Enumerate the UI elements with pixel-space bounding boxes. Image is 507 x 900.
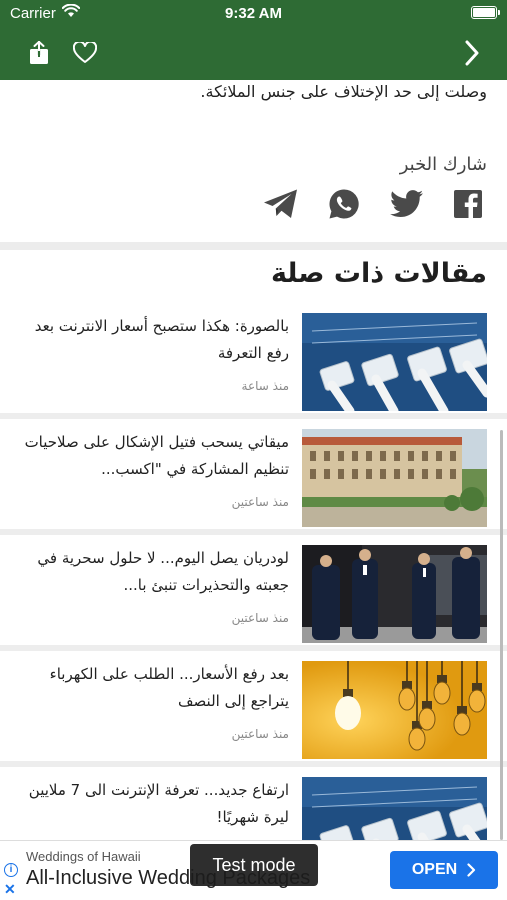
article-title[interactable]: ارتفاع جديد... تعرفة الإنترنت الى 7 ملاي…: [10, 777, 289, 830]
article-time: منذ ساعتين: [231, 611, 289, 625]
heart-icon: [73, 42, 97, 63]
telegram-icon: [264, 189, 297, 218]
battery-icon: [471, 6, 500, 19]
section-divider: [0, 242, 507, 250]
status-bar: Carrier 9:32 AM: [0, 0, 507, 28]
share-button[interactable]: [22, 36, 56, 70]
article-time: منذ ساعة: [241, 379, 289, 393]
related-articles-title: مقالات ذات صلة: [270, 258, 487, 289]
ad-open-label: OPEN: [411, 861, 458, 878]
status-time: 9:32 AM: [225, 5, 282, 22]
whatsapp-icon: [329, 189, 359, 219]
app-header: Carrier 9:32 AM: [0, 0, 507, 80]
next-article-button[interactable]: [455, 36, 489, 70]
related-article-item[interactable]: لودريان يصل اليوم... لا حلول سحرية في جع…: [0, 535, 507, 651]
share-whatsapp-button[interactable]: [326, 186, 362, 222]
article-thumbnail: [302, 313, 487, 411]
share-facebook-button[interactable]: [450, 186, 486, 222]
article-thumbnail: [302, 545, 487, 643]
article-title[interactable]: بعد رفع الأسعار... الطلب على الكهرباء يت…: [10, 661, 289, 714]
chevron-right-icon: [467, 863, 476, 877]
twitter-icon: [390, 190, 423, 217]
share-twitter-button[interactable]: [389, 186, 425, 222]
article-thumbnail: [302, 429, 487, 527]
ad-close-icon[interactable]: ✕: [4, 881, 16, 898]
ad-open-button[interactable]: OPEN: [390, 851, 498, 889]
share-telegram-button[interactable]: [263, 186, 299, 222]
ad-info-icon[interactable]: i: [4, 863, 18, 877]
chevron-right-icon: [465, 40, 479, 66]
article-thumbnail: [302, 661, 487, 759]
related-article-item[interactable]: بالصورة: هكذا ستصبح أسعار الانترنت بعد ر…: [0, 303, 507, 419]
related-article-item[interactable]: بعد رفع الأسعار... الطلب على الكهرباء يت…: [0, 651, 507, 767]
share-icon: [30, 41, 48, 64]
article-time: منذ ساعتين: [231, 495, 289, 509]
article-title[interactable]: لودريان يصل اليوم... لا حلول سحرية في جع…: [10, 545, 289, 598]
article-time: منذ ساعتين: [231, 727, 289, 741]
favorite-button[interactable]: [68, 36, 102, 70]
test-mode-overlay: Test mode: [190, 844, 318, 886]
article-title[interactable]: بالصورة: هكذا ستصبح أسعار الانترنت بعد ر…: [10, 313, 289, 366]
facebook-icon: [454, 190, 482, 218]
related-article-item[interactable]: ميقاتي يسحب فتيل الإشكال على صلاحيات تنظ…: [0, 419, 507, 535]
article-title[interactable]: ميقاتي يسحب فتيل الإشكال على صلاحيات تنظ…: [10, 429, 289, 482]
ad-advertiser: Weddings of Hawaii: [26, 849, 141, 864]
share-label: شارك الخبر: [399, 154, 487, 175]
scrollbar[interactable]: [500, 430, 503, 840]
article-body-text: وصلت إلى حد الإختلاف على جنس الملائكة.: [200, 82, 487, 101]
